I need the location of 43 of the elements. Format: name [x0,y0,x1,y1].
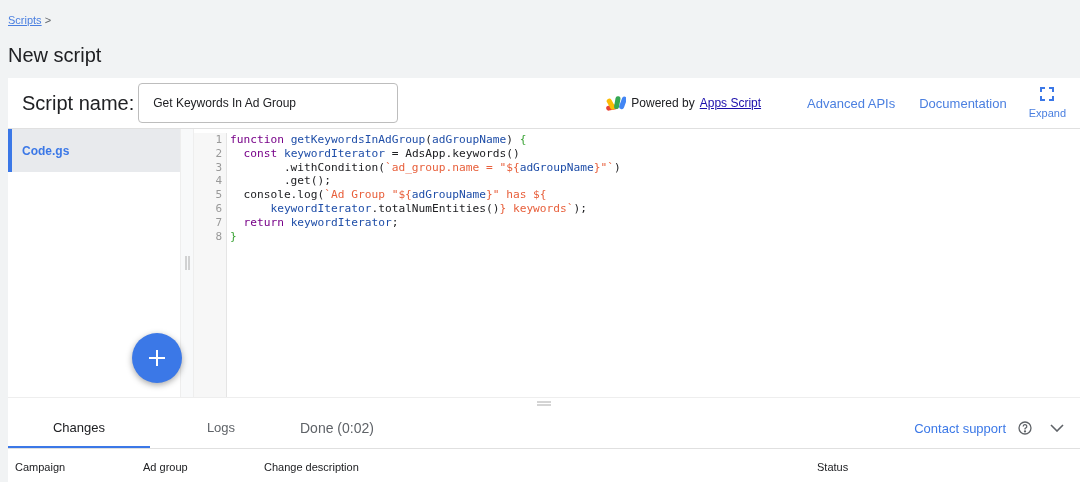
code-line: .get(); [282,174,333,189]
fan-logo-icon [606,95,627,111]
column-header: Status [817,461,850,473]
header-link[interactable]: Documentation [919,95,1007,111]
line-number: 4 [215,174,222,189]
line-number: 5 [215,188,222,202]
line-number: 7 [215,215,222,230]
line-number: 1 [215,133,222,147]
column-header: Campaign [15,461,67,473]
breadcrumb-separator: > [44,14,52,26]
run-status: Done (0:02) [300,420,374,436]
line-number: 3 [215,160,222,175]
page-title: New script [8,43,103,68]
powered-by-text: Powered by [631,96,695,110]
code-line: function getKeywordsInAdGroup(adGroupName) { [230,133,528,147]
code-line: return keywordIterator; [242,215,400,230]
panel-tab[interactable]: Logs [150,408,292,448]
expand-icon [1040,87,1055,101]
contact-support-link[interactable]: Contact support [914,420,1006,436]
expand-button[interactable]: Expand [1024,81,1070,125]
chevron-down-icon[interactable] [1050,424,1064,432]
line-number: 2 [215,146,222,161]
resize-handle-icon[interactable] [537,400,551,406]
file-tab[interactable]: Code.gs [8,129,180,172]
code-line: } [230,229,238,244]
header-link[interactable]: Advanced APIs [807,95,896,111]
breadcrumb-link[interactable]: Scripts [8,14,42,26]
line-number: 8 [215,229,222,244]
panel-tab[interactable]: Changes [8,408,150,448]
code-line: .withCondition(`ad_group.name = "${adGroupName}"`) [282,160,621,175]
help-icon[interactable] [1018,421,1032,435]
line-number: 6 [215,202,222,216]
script-name-field[interactable]: Get Keywords In Ad Group [138,83,399,123]
apps-script-link[interactable]: Apps Script [699,96,762,110]
code-line: keywordIterator.totalNumEntities()} keywords`); [269,202,588,216]
script-name-label: Script name: [22,91,135,115]
column-header: Change description [264,461,360,473]
code-line: const keywordIterator = AdsApp.keywords() [242,146,521,161]
resize-handle-icon[interactable] [184,256,190,270]
add-file-button[interactable] [132,333,182,383]
column-header: Ad group [143,461,189,473]
plus-icon [148,349,166,367]
code-line: console.log(`Ad Group "${adGroupName}" has ${ [242,188,548,202]
